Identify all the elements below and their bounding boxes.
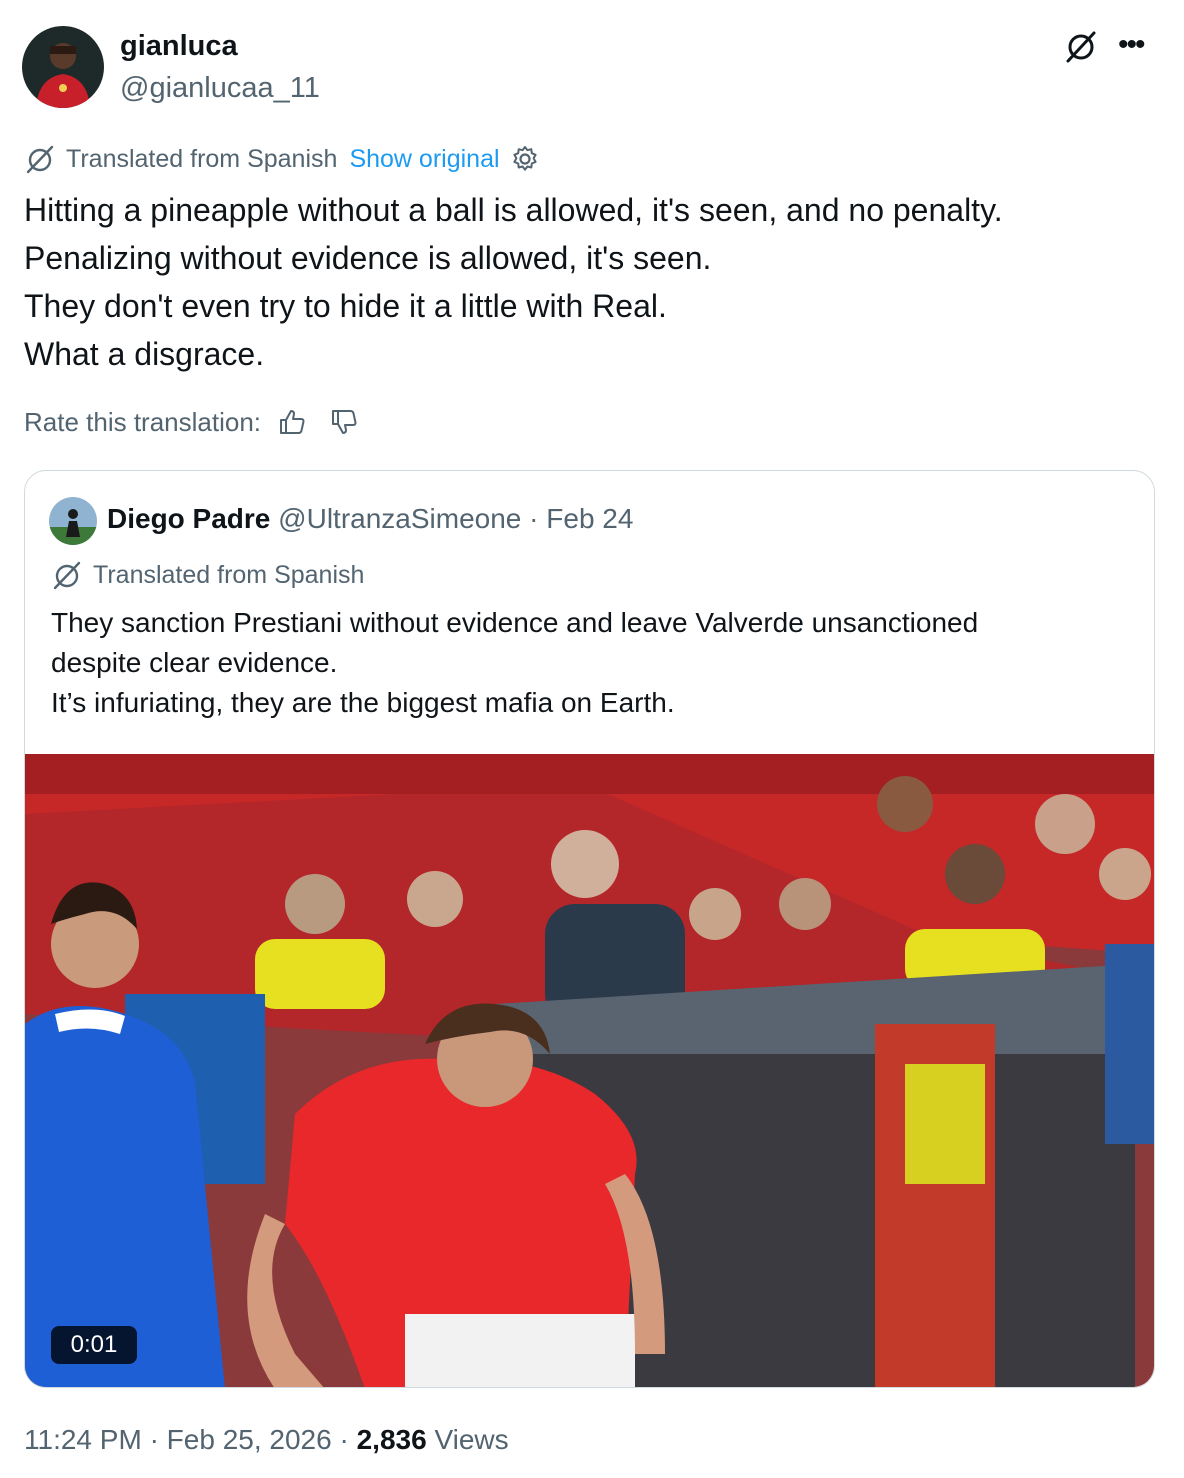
translate-icon <box>26 145 54 174</box>
quote-translation-bar: Translated from Spanish <box>51 559 364 591</box>
quote-avatar[interactable] <box>49 497 97 545</box>
more-icon[interactable]: ••• <box>1118 28 1145 62</box>
footer-separator: · <box>339 1424 349 1455</box>
rate-label: Rate this translation: <box>24 406 262 437</box>
tweet-line: They don't even try to hide it a little … <box>24 288 667 324</box>
rate-translation: Rate this translation: <box>24 404 359 440</box>
quote-line: They sanction Prestiani without evidence… <box>51 607 979 638</box>
tweet-text: Hitting a pineapple without a ball is al… <box>24 186 1154 378</box>
quote-line: It’s infuriating, they are the biggest m… <box>51 687 675 718</box>
views-count: 2,836 <box>356 1424 427 1455</box>
quote-date[interactable]: Feb 24 <box>546 503 633 534</box>
quote-translation-label: Translated from Spanish <box>93 560 365 589</box>
quote-text: They sanction Prestiani without evidence… <box>51 603 1141 723</box>
translation-bar: Translated from Spanish Show original <box>24 141 540 177</box>
tweet-footer: 11:24 PM · Feb 25, 2026 · 2,836 Views <box>24 1424 509 1456</box>
translation-label: Translated from Spanish <box>66 144 338 173</box>
tweet-date[interactable]: Feb 25, 2026 <box>167 1424 332 1455</box>
footer-separator: · <box>149 1424 159 1455</box>
quote-line: despite clear evidence. <box>51 647 338 678</box>
quote-separator: · <box>529 503 539 534</box>
tweet-time[interactable]: 11:24 PM <box>24 1424 142 1455</box>
author-avatar[interactable] <box>22 26 104 108</box>
author-name[interactable]: gianluca <box>120 30 238 63</box>
quote-author-handle[interactable]: @UltranzaSimeone <box>278 503 521 534</box>
quote-header: Diego Padre @UltranzaSimeone · Feb 24 <box>107 503 633 535</box>
quoted-tweet[interactable]: Diego Padre @UltranzaSimeone · Feb 24 Tr… <box>24 470 1155 1388</box>
quote-author-name[interactable]: Diego Padre <box>107 503 270 534</box>
gear-icon[interactable] <box>510 144 540 174</box>
views-label: Views <box>434 1424 509 1455</box>
thumbs-up-icon[interactable] <box>277 407 307 437</box>
video-time-badge: 0:01 <box>51 1326 137 1364</box>
translate-icon <box>53 561 81 590</box>
video-frame <box>25 754 1154 1387</box>
video-player[interactable]: 0:01 <box>25 754 1154 1387</box>
tweet-line: Penalizing without evidence is allowed, … <box>24 240 712 276</box>
tweet-header: gianluca @gianlucaa_11 ••• <box>22 24 1162 114</box>
author-handle[interactable]: @gianlucaa_11 <box>120 72 320 105</box>
thumbs-down-icon[interactable] <box>329 407 359 437</box>
tweet-line: Hitting a pineapple without a ball is al… <box>24 192 1003 228</box>
tweet-line: What a disgrace. <box>24 336 265 372</box>
show-original-link[interactable]: Show original <box>349 145 499 174</box>
grok-icon[interactable] <box>1064 30 1098 64</box>
